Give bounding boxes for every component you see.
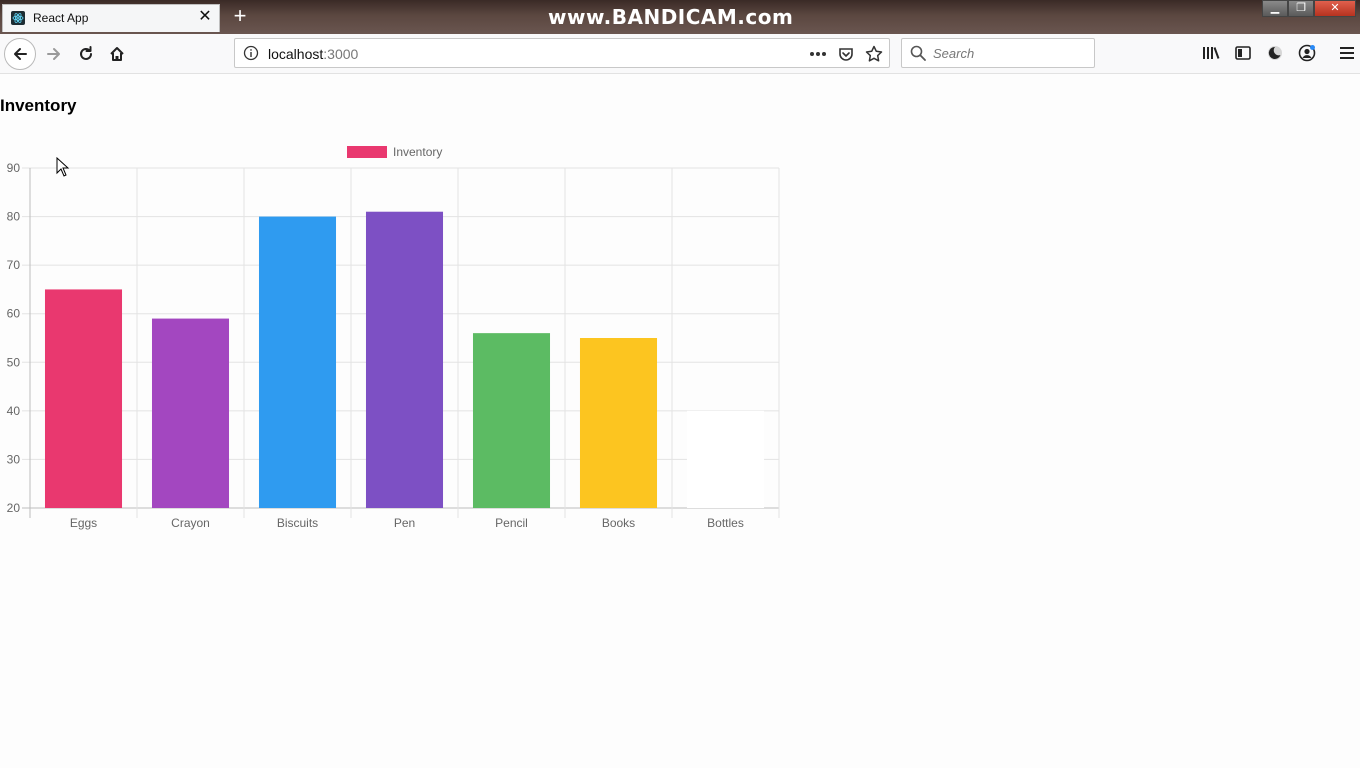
y-tick-label: 80 bbox=[7, 210, 21, 224]
mouse-cursor-icon bbox=[56, 157, 70, 177]
react-favicon-icon bbox=[11, 11, 25, 25]
browser-tab[interactable]: React App ✕ bbox=[2, 4, 220, 32]
search-input[interactable]: Search bbox=[933, 46, 974, 61]
close-window-button[interactable]: ✕ bbox=[1314, 0, 1356, 17]
back-icon bbox=[14, 48, 27, 60]
y-tick-label: 20 bbox=[7, 501, 21, 515]
bar-chart: Inventory 20 30 40 50 60 70 80 90 Eggs Crayon Bisc… bbox=[0, 136, 790, 536]
navigation-toolbar: localhost:3000 Search bbox=[0, 34, 1360, 74]
dark-mode-icon[interactable] bbox=[1264, 42, 1286, 64]
tab-title: React App bbox=[33, 11, 89, 25]
sidebar-icon[interactable] bbox=[1232, 42, 1254, 64]
page-title: Inventory bbox=[0, 96, 77, 115]
toolbar-right bbox=[1200, 42, 1318, 64]
page-info-icon[interactable] bbox=[243, 45, 259, 61]
url-host: localhost bbox=[268, 46, 324, 62]
y-tick-label: 60 bbox=[7, 307, 21, 321]
url-text[interactable]: localhost:3000 bbox=[268, 46, 358, 62]
y-tick-label: 90 bbox=[7, 161, 21, 175]
address-bar[interactable]: localhost:3000 bbox=[234, 38, 890, 68]
new-tab-icon[interactable]: + bbox=[230, 5, 250, 27]
bar-crayon bbox=[151, 318, 230, 508]
chart-canvas: 20 30 40 50 60 70 80 90 Eggs Crayon Biscuits Pen Pen… bbox=[7, 161, 780, 530]
recording-watermark: www.BANDICAM.com bbox=[548, 5, 794, 29]
bar-pen bbox=[365, 211, 444, 508]
bar-biscuits bbox=[258, 216, 337, 509]
bar-bottles bbox=[686, 410, 765, 508]
x-tick-label: Biscuits bbox=[277, 516, 318, 530]
more-icon[interactable] bbox=[807, 43, 829, 65]
tab-close-icon[interactable]: ✕ bbox=[197, 9, 213, 25]
bookmark-star-icon[interactable] bbox=[863, 43, 885, 65]
y-tick-label: 70 bbox=[7, 258, 21, 272]
url-port: :3000 bbox=[323, 46, 359, 62]
y-tick-label: 30 bbox=[7, 452, 21, 466]
maximize-button[interactable]: ❐ bbox=[1288, 0, 1314, 17]
forward-icon bbox=[47, 48, 60, 60]
url-actions bbox=[807, 43, 885, 65]
x-tick-label: Bottles bbox=[707, 516, 744, 530]
bar-books bbox=[579, 338, 658, 508]
x-tick-label: Eggs bbox=[70, 516, 97, 530]
x-tick-label: Pen bbox=[394, 516, 415, 530]
menu-icon[interactable] bbox=[1336, 42, 1358, 64]
back-button[interactable] bbox=[4, 38, 36, 70]
account-icon[interactable] bbox=[1296, 42, 1318, 64]
reload-icon bbox=[80, 46, 92, 60]
browser-titlebar: React App ✕ + www.BANDICAM.com ▁ ❐ ✕ bbox=[0, 0, 1360, 34]
search-bar[interactable]: Search bbox=[901, 38, 1095, 68]
x-tick-label: Pencil bbox=[495, 516, 528, 530]
window-controls: ▁ ❐ ✕ bbox=[1262, 0, 1356, 18]
bar-eggs bbox=[44, 289, 123, 508]
search-icon bbox=[910, 45, 926, 66]
bar-pencil bbox=[472, 333, 551, 508]
y-tick-label: 40 bbox=[7, 404, 21, 418]
reload-button[interactable] bbox=[70, 38, 102, 70]
home-button[interactable] bbox=[101, 38, 133, 70]
x-tick-label: Crayon bbox=[171, 516, 210, 530]
library-icon[interactable] bbox=[1200, 42, 1222, 64]
minimize-button[interactable]: ▁ bbox=[1262, 0, 1288, 17]
y-tick-label: 50 bbox=[7, 355, 21, 369]
home-icon bbox=[110, 47, 124, 61]
forward-button[interactable] bbox=[38, 38, 70, 70]
x-tick-label: Books bbox=[602, 516, 635, 530]
pocket-icon[interactable] bbox=[835, 43, 857, 65]
